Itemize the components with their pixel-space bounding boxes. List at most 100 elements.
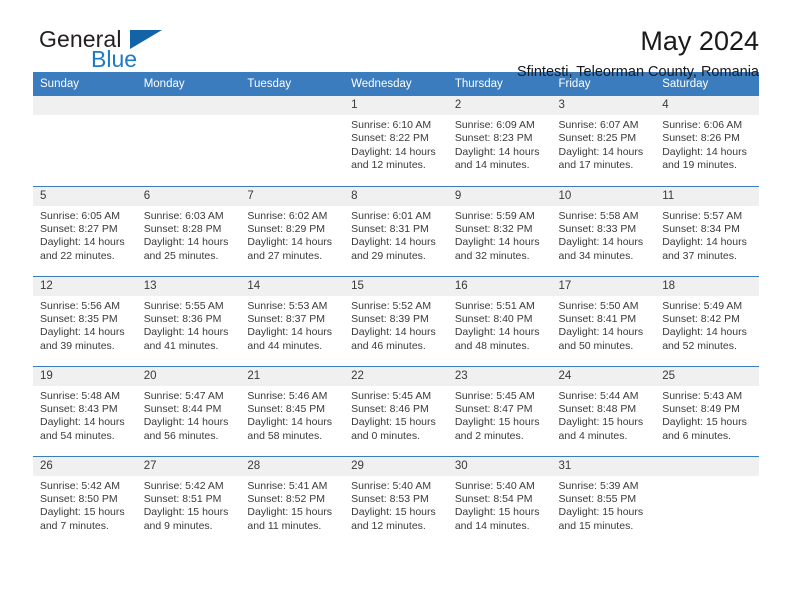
calendar-day-cell[interactable]: 4 Sunrise: 6:06 AM Sunset: 8:26 PM Daylight… bbox=[655, 96, 759, 186]
daylight-text-line2: and 2 minutes. bbox=[454, 429, 524, 442]
calendar-day-cell[interactable]: 30 Sunrise: 5:40 AM Sunset: 8:54 PM Dayligh… bbox=[447, 455, 552, 546]
calendar-day-cell[interactable]: 3 Sunrise: 6:07 AM Sunset: 8:25 PM Daylight… bbox=[551, 96, 656, 186]
sunrise-text: Sunrise: 5:58 AM bbox=[558, 209, 639, 222]
calendar-day-cell-empty bbox=[136, 96, 241, 186]
day-details: Sunrise: 6:07 AM Sunset: 8:25 PM Daylight:… bbox=[552, 115, 656, 173]
day-number: 7 bbox=[240, 186, 345, 206]
calendar-day-cell[interactable]: 16 Sunrise: 5:51 AM Sunset: 8:40 PM Dayligh… bbox=[447, 275, 552, 366]
day-details: Sunrise: 5:46 AM Sunset: 8:45 PM Daylight:… bbox=[240, 386, 344, 444]
calendar-day-cell[interactable]: 31 Sunrise: 5:39 AM Sunset: 8:55 PM Dayligh… bbox=[551, 455, 656, 546]
calendar-day-cell[interactable]: 8 Sunrise: 6:01 AM Sunset: 8:31 PM Daylight… bbox=[344, 185, 448, 276]
sunset-text: Sunset: 8:40 PM bbox=[454, 312, 533, 325]
calendar-day-cell[interactable]: 23 Sunrise: 5:45 AM Sunset: 8:47 PM Dayligh… bbox=[447, 365, 552, 456]
day-number: 9 bbox=[447, 186, 552, 206]
sunset-text: Sunset: 8:48 PM bbox=[558, 402, 637, 415]
sunset-text: Sunset: 8:36 PM bbox=[143, 312, 222, 325]
sunrise-text: Sunrise: 5:51 AM bbox=[454, 299, 535, 312]
day-details: Sunrise: 5:59 AM Sunset: 8:32 PM Daylight:… bbox=[448, 206, 552, 264]
daylight-text-line1: Daylight: 14 hours bbox=[40, 236, 125, 249]
daylight-text-line2: and 14 minutes. bbox=[454, 159, 530, 172]
sunrise-text: Sunrise: 5:48 AM bbox=[40, 389, 120, 402]
day-details: Sunrise: 5:45 AM Sunset: 8:47 PM Daylight:… bbox=[448, 386, 552, 444]
calendar-day-cell[interactable]: 10 Sunrise: 5:58 AM Sunset: 8:33 PM Dayligh… bbox=[551, 185, 656, 276]
day-number: 6 bbox=[136, 186, 241, 206]
day-details: Sunrise: 6:05 AM Sunset: 8:27 PM Daylight:… bbox=[33, 206, 137, 264]
day-number: 17 bbox=[551, 276, 656, 296]
calendar-day-cell[interactable]: 13 Sunrise: 5:55 AM Sunset: 8:36 PM Dayligh… bbox=[136, 275, 241, 366]
calendar-day-cell[interactable]: 22 Sunrise: 5:45 AM Sunset: 8:46 PM Dayligh… bbox=[344, 365, 448, 456]
calendar-day-cell[interactable]: 5 Sunrise: 6:05 AM Sunset: 8:27 PM Daylight… bbox=[33, 185, 137, 276]
daylight-text-line1: Daylight: 15 hours bbox=[351, 416, 436, 429]
daylight-text-line1: Daylight: 15 hours bbox=[351, 506, 436, 519]
daylight-text-line1: Daylight: 15 hours bbox=[40, 506, 125, 519]
sunset-text: Sunset: 8:50 PM bbox=[40, 492, 118, 505]
weekday-header-tuesday: Tuesday bbox=[240, 72, 345, 96]
daylight-text-line2: and 50 minutes. bbox=[558, 339, 634, 352]
daylight-text-line2: and 29 minutes. bbox=[351, 249, 426, 262]
daylight-text-line1: Daylight: 14 hours bbox=[454, 236, 540, 249]
daylight-text-line1: Daylight: 14 hours bbox=[40, 326, 125, 339]
day-details: Sunrise: 5:50 AM Sunset: 8:41 PM Daylight:… bbox=[552, 296, 656, 354]
calendar-day-cell[interactable]: 6 Sunrise: 6:03 AM Sunset: 8:28 PM Daylight… bbox=[136, 185, 241, 276]
calendar-day-cell[interactable]: 21 Sunrise: 5:46 AM Sunset: 8:45 PM Dayligh… bbox=[240, 365, 345, 456]
calendar-day-cell[interactable]: 11 Sunrise: 5:57 AM Sunset: 8:34 PM Dayligh… bbox=[655, 185, 759, 276]
daylight-text-line2: and 4 minutes. bbox=[558, 429, 628, 442]
calendar-day-cell[interactable]: 20 Sunrise: 5:47 AM Sunset: 8:44 PM Dayligh… bbox=[136, 365, 241, 456]
calendar-day-cell[interactable]: 25 Sunrise: 5:43 AM Sunset: 8:49 PM Dayligh… bbox=[655, 365, 759, 456]
sunset-text: Sunset: 8:54 PM bbox=[454, 492, 533, 505]
day-number: 30 bbox=[447, 456, 552, 476]
day-details: Sunrise: 5:42 AM Sunset: 8:50 PM Daylight:… bbox=[33, 476, 137, 534]
sunrise-text: Sunrise: 5:59 AM bbox=[454, 209, 535, 222]
day-number: 2 bbox=[447, 96, 552, 115]
calendar-week-row: 12 Sunrise: 5:56 AM Sunset: 8:35 PM Dayligh… bbox=[33, 275, 759, 366]
daylight-text-line1: Daylight: 14 hours bbox=[662, 236, 747, 249]
title-block: May 2024 Sfintesti, Teleorman County, Ro… bbox=[517, 26, 759, 82]
daylight-text-line1: Daylight: 15 hours bbox=[662, 416, 747, 429]
sunrise-text: Sunrise: 5:53 AM bbox=[247, 299, 328, 312]
calendar-day-cell-empty bbox=[655, 455, 759, 546]
daylight-text-line2: and 19 minutes. bbox=[662, 159, 737, 172]
sunset-text: Sunset: 8:41 PM bbox=[558, 312, 637, 325]
calendar-day-cell[interactable]: 17 Sunrise: 5:50 AM Sunset: 8:41 PM Dayligh… bbox=[551, 275, 656, 366]
sunset-text: Sunset: 8:43 PM bbox=[40, 402, 118, 415]
daylight-text-line2: and 46 minutes. bbox=[351, 339, 426, 352]
calendar-day-cell[interactable]: 14 Sunrise: 5:53 AM Sunset: 8:37 PM Dayligh… bbox=[240, 275, 345, 366]
calendar-day-cell[interactable]: 9 Sunrise: 5:59 AM Sunset: 8:32 PM Daylight… bbox=[447, 185, 552, 276]
daylight-text-line1: Daylight: 15 hours bbox=[558, 506, 644, 519]
day-details: Sunrise: 5:40 AM Sunset: 8:54 PM Daylight:… bbox=[448, 476, 552, 534]
calendar-day-cell[interactable]: 7 Sunrise: 6:02 AM Sunset: 8:29 PM Daylight… bbox=[240, 185, 345, 276]
calendar-week-row: 5 Sunrise: 6:05 AM Sunset: 8:27 PM Daylight… bbox=[33, 185, 759, 276]
daylight-text-line1: Daylight: 14 hours bbox=[143, 236, 229, 249]
sunrise-text: Sunrise: 5:45 AM bbox=[351, 389, 432, 402]
daylight-text-line2: and 41 minutes. bbox=[143, 339, 219, 352]
logo-text-blue: Blue bbox=[91, 46, 138, 72]
daylight-text-line1: Daylight: 14 hours bbox=[454, 326, 540, 339]
daylight-text-line1: Daylight: 14 hours bbox=[247, 236, 333, 249]
calendar-day-cell[interactable]: 24 Sunrise: 5:44 AM Sunset: 8:48 PM Dayligh… bbox=[551, 365, 656, 456]
sunrise-text: Sunrise: 6:03 AM bbox=[143, 209, 224, 222]
calendar-page: General Blue May 2024 Sfintesti, Teleorm… bbox=[0, 0, 792, 612]
day-number: 26 bbox=[33, 456, 137, 476]
general-blue-logo[interactable]: General Blue bbox=[33, 26, 233, 74]
calendar-day-cell[interactable]: 29 Sunrise: 5:40 AM Sunset: 8:53 PM Dayligh… bbox=[344, 455, 448, 546]
day-number: 14 bbox=[240, 276, 345, 296]
daylight-text-line1: Daylight: 14 hours bbox=[143, 326, 229, 339]
calendar-day-cell[interactable]: 19 Sunrise: 5:48 AM Sunset: 8:43 PM Dayligh… bbox=[33, 365, 137, 456]
calendar-day-cell[interactable]: 27 Sunrise: 5:42 AM Sunset: 8:51 PM Dayligh… bbox=[136, 455, 241, 546]
calendar-day-cell[interactable]: 15 Sunrise: 5:52 AM Sunset: 8:39 PM Dayligh… bbox=[344, 275, 448, 366]
sunset-text: Sunset: 8:34 PM bbox=[662, 222, 740, 235]
sunrise-text: Sunrise: 6:10 AM bbox=[351, 119, 432, 131]
day-details: Sunrise: 5:55 AM Sunset: 8:36 PM Daylight:… bbox=[137, 296, 241, 354]
calendar-day-cell[interactable]: 28 Sunrise: 5:41 AM Sunset: 8:52 PM Dayligh… bbox=[240, 455, 345, 546]
daylight-text-line2: and 12 minutes. bbox=[351, 159, 426, 172]
calendar-day-cell[interactable]: 2 Sunrise: 6:09 AM Sunset: 8:23 PM Daylight… bbox=[447, 96, 552, 186]
daylight-text-line2: and 37 minutes. bbox=[662, 249, 737, 262]
day-number: 22 bbox=[344, 366, 448, 386]
calendar-day-cell[interactable]: 1 Sunrise: 6:10 AM Sunset: 8:22 PM Daylight… bbox=[344, 96, 448, 186]
sunset-text: Sunset: 8:46 PM bbox=[351, 402, 429, 415]
calendar-day-cell[interactable]: 12 Sunrise: 5:56 AM Sunset: 8:35 PM Dayligh… bbox=[33, 275, 137, 366]
daylight-text-line1: Daylight: 14 hours bbox=[351, 326, 436, 339]
calendar-day-cell[interactable]: 26 Sunrise: 5:42 AM Sunset: 8:50 PM Dayligh… bbox=[33, 455, 137, 546]
calendar-day-cell[interactable]: 18 Sunrise: 5:49 AM Sunset: 8:42 PM Dayligh… bbox=[655, 275, 759, 366]
weekday-header-wednesday: Wednesday bbox=[344, 72, 448, 96]
